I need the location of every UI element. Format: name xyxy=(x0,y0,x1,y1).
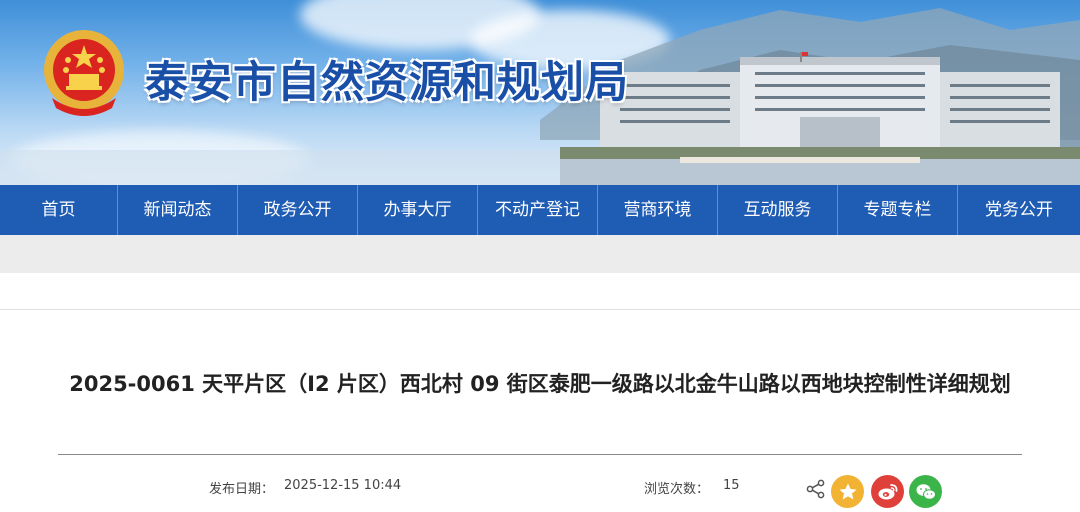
share-icon[interactable] xyxy=(806,479,826,499)
weibo-icon xyxy=(878,483,897,499)
national-emblem-icon xyxy=(44,30,124,116)
nav-item-government-affairs[interactable]: 政务公开 xyxy=(238,185,358,235)
share-weibo-button[interactable] xyxy=(871,475,904,508)
article-title: 2025-0061 天平片区（I2 片区）西北村 09 街区泰肥一级路以北金牛山… xyxy=(69,372,1011,396)
share-qzone-button[interactable] xyxy=(831,475,864,508)
share-wechat-button[interactable] xyxy=(909,475,942,508)
publish-date-label: 发布日期： xyxy=(209,482,275,497)
wechat-icon xyxy=(916,483,936,500)
nav-item-home[interactable]: 首页 xyxy=(0,185,118,235)
site-title: 泰安市自然资源和规划局 xyxy=(145,58,629,108)
qzone-icon xyxy=(839,483,856,499)
government-building xyxy=(560,52,1080,185)
divider xyxy=(0,309,1080,310)
main-navigation: 首页 新闻动态 政务公开 办事大厅 不动产登记 营商环境 互动服务 专题专栏 党… xyxy=(0,185,1080,235)
views-count: 15 xyxy=(723,478,740,493)
views-label: 浏览次数： xyxy=(644,482,710,497)
nav-item-news[interactable]: 新闻动态 xyxy=(118,185,238,235)
nav-item-business-environment[interactable]: 营商环境 xyxy=(598,185,718,235)
nav-item-party-affairs[interactable]: 党务公开 xyxy=(958,185,1080,235)
nav-item-service-hall[interactable]: 办事大厅 xyxy=(358,185,478,235)
nav-item-interactive-services[interactable]: 互动服务 xyxy=(718,185,838,235)
publish-date-value: 2025-12-15 10:44 xyxy=(284,478,402,493)
title-divider xyxy=(58,454,1022,455)
nav-item-special-topics[interactable]: 专题专栏 xyxy=(838,185,958,235)
nav-item-real-estate-registration[interactable]: 不动产登记 xyxy=(478,185,598,235)
header-banner: 泰安市自然资源和规划局 xyxy=(0,0,1080,185)
breadcrumb-bar xyxy=(0,235,1080,273)
